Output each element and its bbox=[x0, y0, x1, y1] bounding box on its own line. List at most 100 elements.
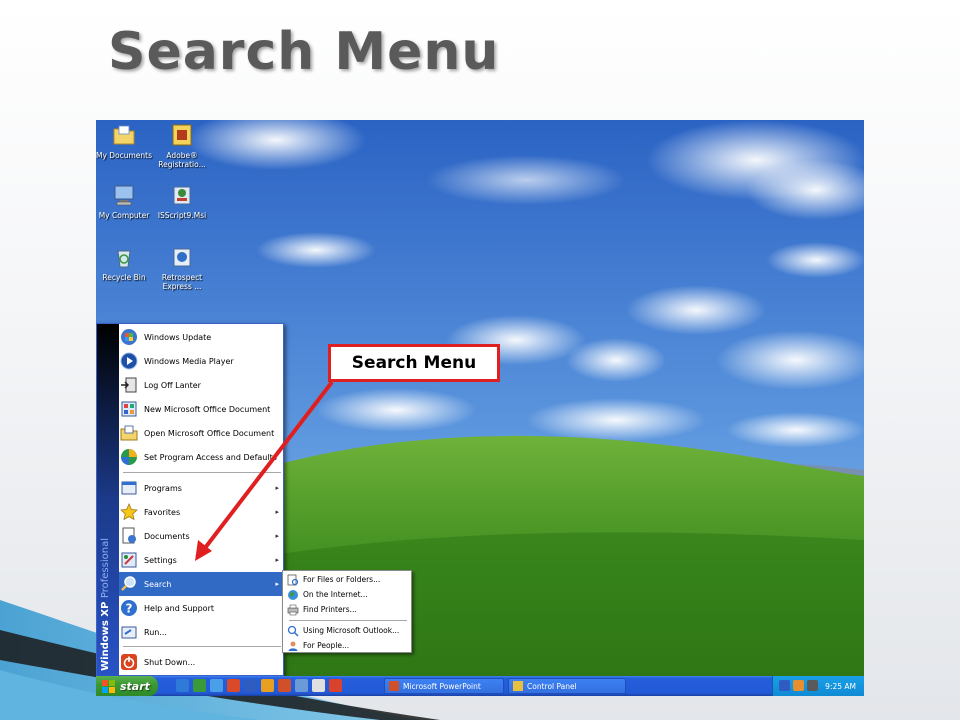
word-icon[interactable] bbox=[244, 679, 257, 692]
menu-item-windows-media-player[interactable]: Windows Media Player bbox=[119, 349, 284, 373]
app-icon[interactable] bbox=[312, 679, 325, 692]
outlook-quick-icon[interactable] bbox=[261, 679, 274, 692]
adobe-icon bbox=[172, 124, 192, 146]
desktop-icon-label: Recycle Bin bbox=[102, 273, 146, 282]
outlook-icon bbox=[287, 625, 299, 637]
menu-item-label: Programs bbox=[144, 483, 182, 493]
menu-item-label: Windows Media Player bbox=[144, 356, 234, 366]
windows-xp-banner: Windows XP Professional bbox=[97, 324, 119, 677]
menu-item-label: Open Microsoft Office Document bbox=[144, 428, 275, 438]
retrospect-icon bbox=[173, 248, 191, 267]
banner-os: Windows XP bbox=[100, 601, 111, 671]
menu-item-shut-down[interactable]: Shut Down... bbox=[119, 650, 284, 674]
menu-item-documents[interactable]: Documents ▸ bbox=[119, 524, 284, 548]
taskbar-clock: 9:25 AM bbox=[825, 681, 856, 691]
menu-item-windows-update[interactable]: Windows Update bbox=[119, 325, 284, 349]
office-icon[interactable] bbox=[227, 679, 240, 692]
tray-app-icon[interactable] bbox=[793, 680, 804, 691]
menu-item-label: New Microsoft Office Document bbox=[144, 404, 271, 414]
open-office-doc-icon bbox=[120, 425, 138, 441]
submenu-item-find-printers[interactable]: Find Printers... bbox=[285, 602, 411, 617]
settings-icon bbox=[121, 552, 137, 568]
desktop-icon-adobe-registration[interactable]: Adobe® Registratio... bbox=[152, 122, 212, 169]
printer-icon bbox=[287, 604, 299, 615]
menu-item-label: Help and Support bbox=[144, 603, 214, 613]
windows-flag-icon bbox=[102, 679, 115, 693]
submenu-item-internet[interactable]: On the Internet... bbox=[285, 587, 411, 602]
menu-item-label: Run... bbox=[144, 627, 167, 637]
taskbar-button-label: Microsoft PowerPoint bbox=[403, 681, 481, 691]
windows-update-icon bbox=[121, 329, 137, 345]
submenu-arrow-icon: ▸ bbox=[275, 556, 279, 564]
menu-item-label: Documents bbox=[144, 531, 190, 541]
desktop-icon-label: Retrospect bbox=[161, 273, 203, 282]
program-defaults-icon bbox=[121, 449, 137, 465]
folder-icon bbox=[113, 125, 135, 145]
submenu-separator bbox=[289, 620, 407, 621]
desktop-icon-my-computer[interactable]: My Computer bbox=[96, 182, 154, 220]
internet-icon bbox=[288, 589, 298, 600]
banner-edition: Professional bbox=[100, 538, 111, 599]
installer-icon bbox=[173, 186, 191, 205]
submenu-item-label: Find Printers... bbox=[303, 605, 357, 614]
start-button-label: start bbox=[120, 679, 150, 693]
callout-label-box: Search Menu bbox=[328, 344, 500, 382]
menu-item-label: Windows Update bbox=[144, 332, 212, 342]
submenu-item-outlook[interactable]: Using Microsoft Outlook... bbox=[285, 623, 411, 638]
media-player-icon bbox=[120, 352, 138, 370]
desktop-icon-recycle-bin[interactable]: Recycle Bin bbox=[96, 244, 154, 282]
log-off-icon bbox=[121, 377, 137, 393]
tray-arrow-icon[interactable] bbox=[779, 680, 790, 691]
control-panel-icon bbox=[513, 681, 523, 691]
menu-item-label: Shut Down... bbox=[144, 657, 196, 667]
desktop-icon-my-documents[interactable]: My Documents bbox=[96, 122, 154, 160]
programs-icon bbox=[121, 481, 137, 495]
menu-item-log-off[interactable]: Log Off Lanter bbox=[119, 373, 284, 397]
help-icon: ? bbox=[121, 600, 137, 616]
powerpoint-icon bbox=[389, 681, 399, 691]
internet-explorer-icon[interactable] bbox=[176, 679, 189, 692]
desktop-icon-label: ISScript9.Msi bbox=[157, 211, 207, 220]
menu-item-open-office-document[interactable]: Open Microsoft Office Document bbox=[119, 421, 284, 445]
media-icon[interactable] bbox=[193, 679, 206, 692]
menu-item-settings[interactable]: Settings ▸ bbox=[119, 548, 284, 572]
desktop-icon-retrospect[interactable]: Retrospect Express ... bbox=[152, 244, 212, 291]
favorites-icon bbox=[120, 502, 138, 521]
browser-icon[interactable] bbox=[210, 679, 223, 692]
submenu-item-label: For People... bbox=[303, 641, 350, 650]
system-tray: 9:25 AM bbox=[772, 676, 864, 696]
shutdown-icon bbox=[121, 654, 137, 670]
menu-item-new-office-document[interactable]: New Microsoft Office Document bbox=[119, 397, 284, 421]
start-button[interactable]: start bbox=[96, 676, 158, 696]
desktop-icon[interactable] bbox=[295, 679, 308, 692]
submenu-item-label: Using Microsoft Outlook... bbox=[303, 626, 400, 635]
desktop-icon-isscript[interactable]: ISScript9.Msi bbox=[152, 182, 212, 220]
recycle-bin-icon bbox=[117, 250, 131, 268]
menu-item-programs[interactable]: Programs ▸ bbox=[119, 476, 284, 500]
menu-item-label: Search bbox=[144, 579, 172, 589]
tray-volume-icon[interactable] bbox=[807, 680, 818, 691]
banner-text: Windows XP Professional bbox=[100, 538, 111, 671]
menu-item-help-and-support[interactable]: ? Help and Support bbox=[119, 596, 284, 620]
files-folders-icon bbox=[287, 574, 299, 585]
taskbar-button-powerpoint[interactable]: Microsoft PowerPoint bbox=[384, 678, 504, 694]
submenu-arrow-icon: ▸ bbox=[275, 484, 279, 492]
powerpoint-quick-icon[interactable] bbox=[278, 679, 291, 692]
quick-launch-bar bbox=[176, 679, 342, 693]
menu-item-program-access-defaults[interactable]: Set Program Access and Defaults bbox=[119, 445, 284, 469]
menu-separator bbox=[123, 646, 281, 647]
menu-item-run[interactable]: Run... bbox=[119, 620, 284, 644]
desktop-icon-label: Adobe® bbox=[166, 151, 198, 160]
submenu-arrow-icon: ▸ bbox=[275, 580, 279, 588]
taskbar-button-control-panel[interactable]: Control Panel bbox=[508, 678, 626, 694]
tray-icons bbox=[779, 680, 818, 691]
submenu-item-people[interactable]: For People... bbox=[285, 638, 411, 653]
menu-item-favorites[interactable]: Favorites ▸ bbox=[119, 500, 284, 524]
submenu-arrow-icon: ▸ bbox=[275, 532, 279, 540]
menu-item-search[interactable]: Search ▸ bbox=[119, 572, 284, 596]
submenu-item-files-folders[interactable]: For Files or Folders... bbox=[285, 572, 411, 587]
chrome-icon[interactable] bbox=[329, 679, 342, 692]
start-menu: Windows XP Professional Windows Update W… bbox=[96, 323, 284, 677]
submenu-item-label: For Files or Folders... bbox=[303, 575, 381, 584]
desktop-icon-label: My Documents bbox=[96, 151, 153, 160]
